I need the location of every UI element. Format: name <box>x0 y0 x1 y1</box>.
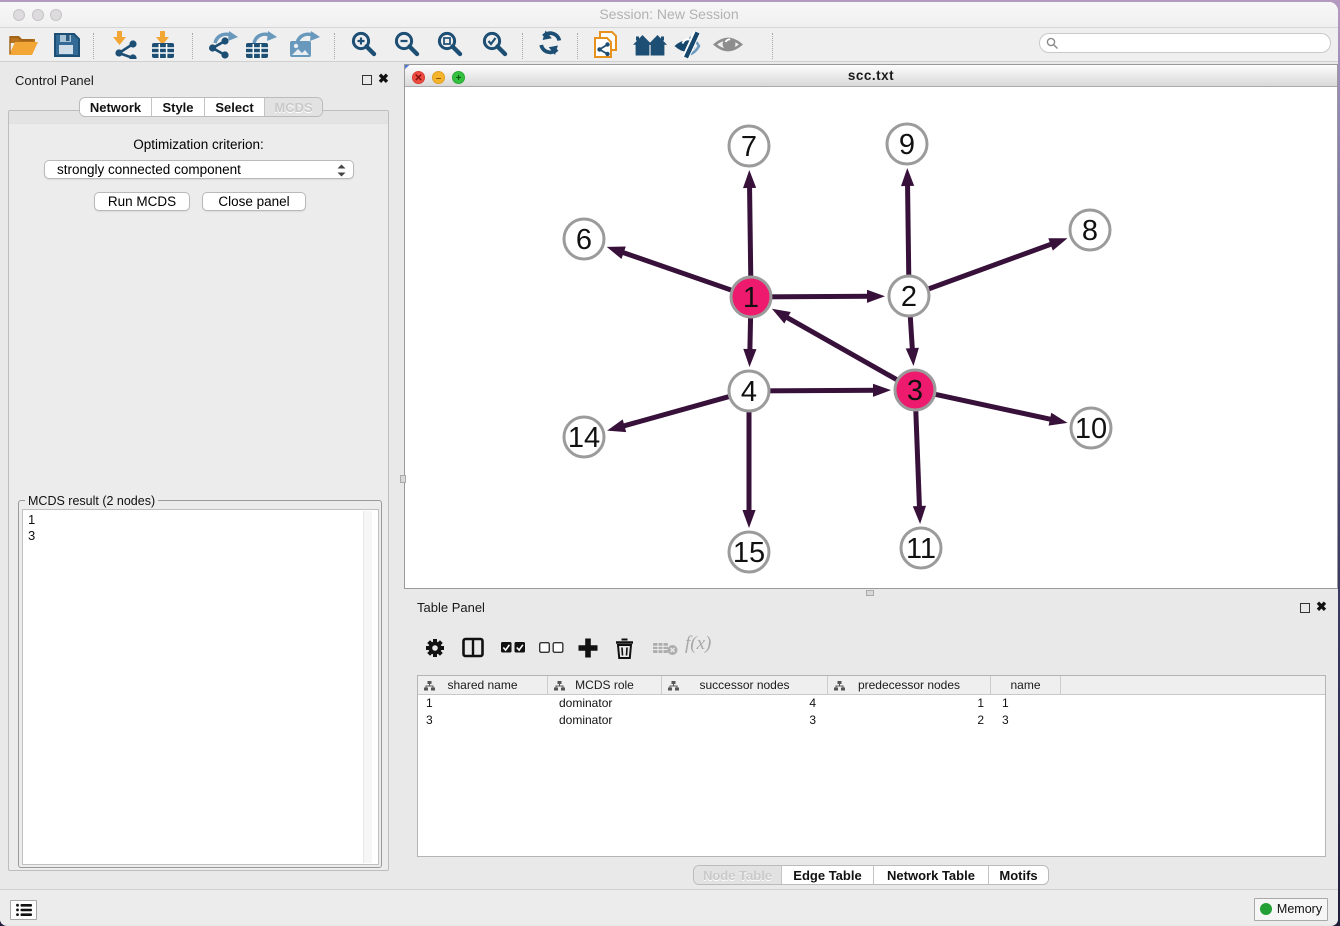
svg-text:2: 2 <box>901 281 917 313</box>
svg-text:10: 10 <box>1075 413 1107 445</box>
svg-text:14: 14 <box>568 422 600 454</box>
svg-text:9: 9 <box>899 129 915 161</box>
svg-text:11: 11 <box>906 533 936 565</box>
svg-text:7: 7 <box>741 131 757 163</box>
svg-text:3: 3 <box>907 375 923 407</box>
svg-text:8: 8 <box>1082 215 1098 247</box>
svg-text:1: 1 <box>743 282 759 314</box>
svg-text:15: 15 <box>733 537 765 569</box>
svg-text:6: 6 <box>576 224 592 256</box>
svg-text:4: 4 <box>741 376 757 408</box>
